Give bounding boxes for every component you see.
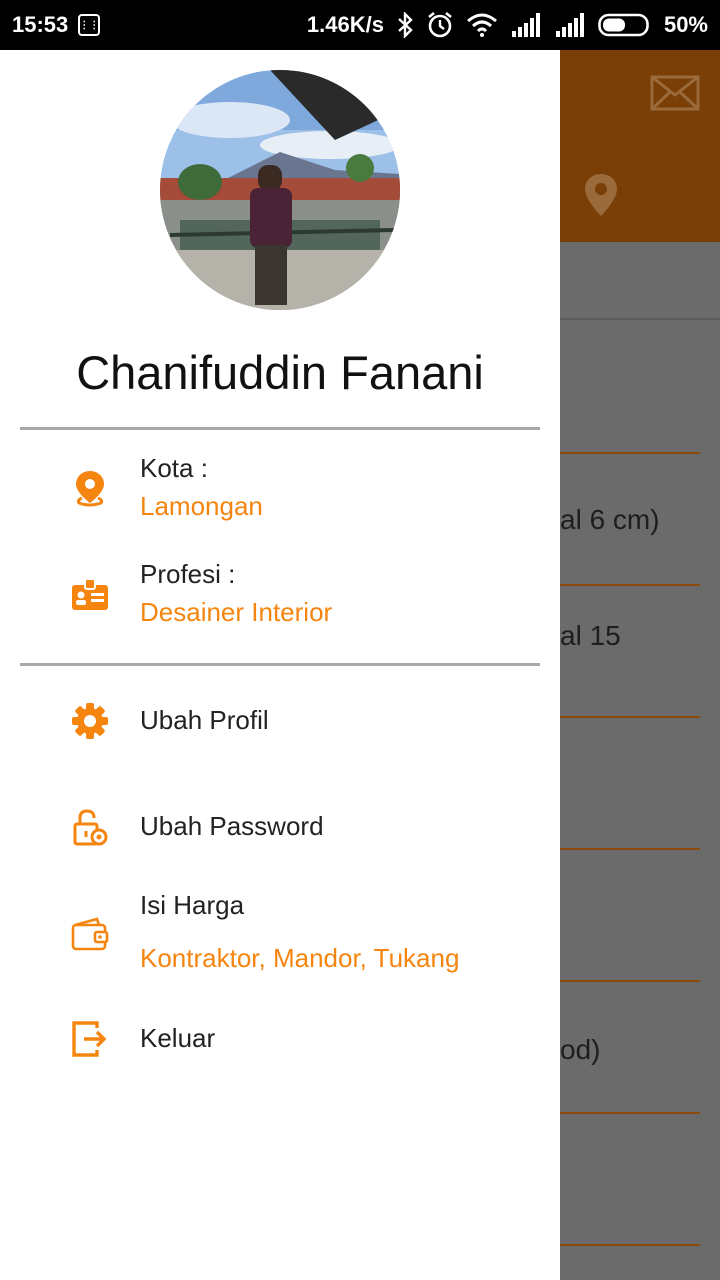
location-pin-icon (585, 174, 617, 216)
bluetooth-icon (398, 12, 413, 38)
battery-icon (598, 13, 649, 37)
wallet-icon (70, 914, 110, 954)
wifi-icon (466, 13, 497, 37)
alarm-icon (428, 11, 452, 38)
gear-icon (70, 701, 110, 741)
menu-item-fill-price[interactable]: Isi Harga Kontraktor, Mandor, Tukang (0, 885, 560, 985)
signal-icon-2 (555, 13, 584, 37)
lock-gear-icon (70, 807, 110, 847)
background-row-text: od) (560, 1034, 601, 1065)
background-screen: al 6 cm) al 15 od) (560, 50, 720, 1280)
profile-name: Chanifuddin Fanani (76, 346, 484, 399)
logout-icon (70, 1019, 110, 1059)
signal-icon (511, 13, 540, 37)
bbm-icon: ⋮⋮ (78, 14, 101, 36)
info-profession: Profesi : Desainer Interior (0, 554, 560, 644)
fill-price-label: Isi Harga (140, 890, 245, 920)
profession-value: Desainer Interior (140, 597, 333, 627)
menu-item-logout[interactable]: Keluar (0, 1008, 560, 1070)
menu-item-edit-profile[interactable]: Ubah Profil (0, 690, 560, 752)
navigation-drawer: Chanifuddin Fanani Kota : Lamongan Profe… (0, 50, 560, 1280)
mail-icon (650, 75, 700, 111)
info-city: Kota : Lamongan (0, 448, 560, 538)
menu-item-change-password[interactable]: Ubah Password (0, 796, 560, 858)
id-card-icon (70, 574, 110, 614)
background-header (560, 50, 720, 242)
background-row-text: al 15 (560, 620, 621, 651)
background-list: al 6 cm) al 15 od) (560, 242, 720, 1280)
battery-percent: 50% (663, 12, 708, 37)
city-value: Lamongan (140, 491, 263, 521)
background-row-text: al 6 cm) (560, 504, 660, 535)
network-speed: 1.46K/s (306, 12, 384, 37)
divider (20, 427, 540, 430)
avatar[interactable] (160, 70, 400, 310)
change-password-label: Ubah Password (140, 811, 324, 841)
profession-label: Profesi : (140, 559, 236, 589)
location-pin-icon (70, 468, 110, 508)
logout-label: Keluar (140, 1023, 216, 1053)
city-label: Kota : (140, 453, 208, 483)
divider (20, 663, 540, 666)
fill-price-subtitle: Kontraktor, Mandor, Tukang (140, 943, 460, 973)
clock: 15:53 (12, 12, 69, 37)
status-bar: 15:53 ⋮⋮ 1.46K/s 50% (0, 0, 720, 50)
edit-profile-label: Ubah Profil (140, 705, 269, 735)
